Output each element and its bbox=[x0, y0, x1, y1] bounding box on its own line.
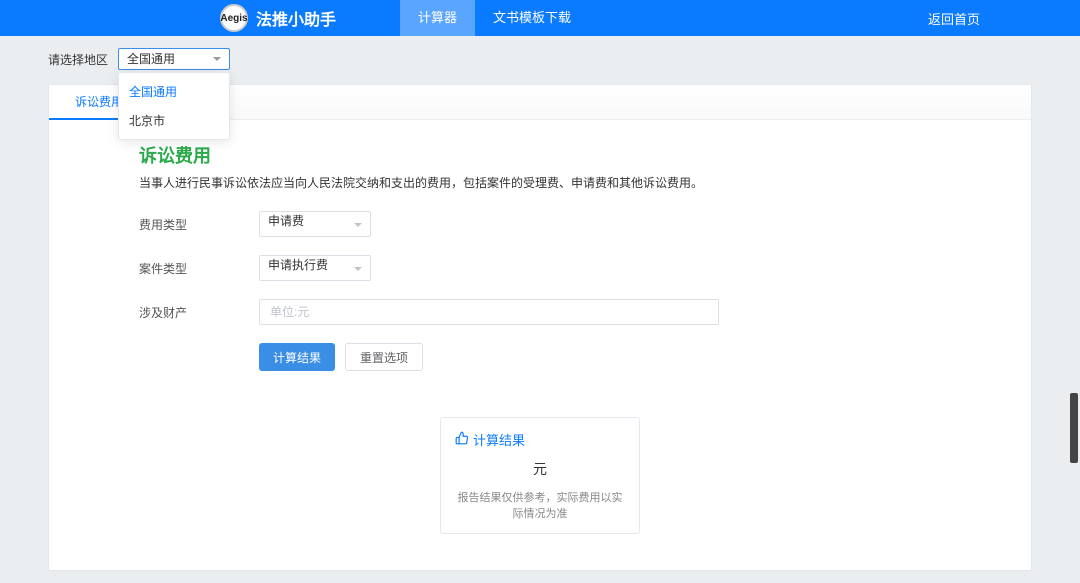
main-nav: 计算器 文书模板下载 bbox=[400, 0, 589, 36]
result-box: 计算结果 元 报告结果仅供参考，实际费用以实际情况为准 bbox=[440, 417, 640, 534]
nav-templates[interactable]: 文书模板下载 bbox=[475, 0, 589, 36]
app-name: 法推小助手 bbox=[256, 6, 336, 30]
calculate-button[interactable]: 计算结果 bbox=[259, 343, 335, 371]
content: 请选择地区 全国通用 全国通用 北京市 诉讼费用 律师费 诉讼费用 当事人进行民… bbox=[0, 36, 1080, 583]
case-type-select[interactable]: 申请执行费 bbox=[259, 255, 371, 281]
case-type-label: 案件类型 bbox=[139, 260, 259, 277]
reset-button[interactable]: 重置选项 bbox=[345, 343, 423, 371]
page-title: 诉讼费用 bbox=[139, 142, 941, 168]
row-case-type: 案件类型 申请执行费 bbox=[139, 255, 941, 281]
result-value: 元 bbox=[455, 459, 625, 479]
result-title: 计算结果 bbox=[455, 430, 625, 449]
region-select[interactable]: 全国通用 全国通用 北京市 bbox=[118, 48, 230, 70]
region-label: 请选择地区 bbox=[48, 51, 108, 68]
app-header: Aegis 法推小助手 计算器 文书模板下载 返回首页 bbox=[0, 0, 1080, 36]
panel: 诉讼费用 当事人进行民事诉讼依法应当向人民法院交纳和支出的费用，包括案件的受理费… bbox=[49, 120, 1031, 570]
main-card: 诉讼费用 律师费 诉讼费用 当事人进行民事诉讼依法应当向人民法院交纳和支出的费用… bbox=[48, 84, 1032, 571]
fee-type-select[interactable]: 申请费 bbox=[259, 211, 371, 237]
row-property: 涉及财产 bbox=[139, 299, 941, 325]
property-label: 涉及财产 bbox=[139, 304, 259, 321]
page-subtitle: 当事人进行民事诉讼依法应当向人民法院交纳和支出的费用，包括案件的受理费、申请费和… bbox=[139, 174, 941, 191]
button-row: 计算结果 重置选项 bbox=[139, 343, 941, 371]
side-indicator[interactable] bbox=[1070, 393, 1078, 463]
logo: Aegis 法推小助手 bbox=[220, 4, 336, 32]
row-fee-type: 费用类型 申请费 bbox=[139, 211, 941, 237]
fee-type-label: 费用类型 bbox=[139, 216, 259, 233]
nav-calculator[interactable]: 计算器 bbox=[400, 0, 475, 36]
region-option-national[interactable]: 全国通用 bbox=[119, 77, 229, 106]
logo-badge: Aegis bbox=[220, 4, 248, 32]
region-dropdown: 全国通用 北京市 bbox=[118, 72, 230, 140]
thumbs-up-icon bbox=[455, 431, 469, 448]
nav-back-home[interactable]: 返回首页 bbox=[928, 9, 1060, 28]
result-note: 报告结果仅供参考，实际费用以实际情况为准 bbox=[455, 489, 625, 521]
property-input[interactable] bbox=[259, 299, 719, 325]
region-option-beijing[interactable]: 北京市 bbox=[119, 106, 229, 135]
region-select-value[interactable]: 全国通用 bbox=[118, 48, 230, 70]
result-title-text: 计算结果 bbox=[473, 430, 525, 449]
region-row: 请选择地区 全国通用 全国通用 北京市 bbox=[48, 48, 1032, 70]
